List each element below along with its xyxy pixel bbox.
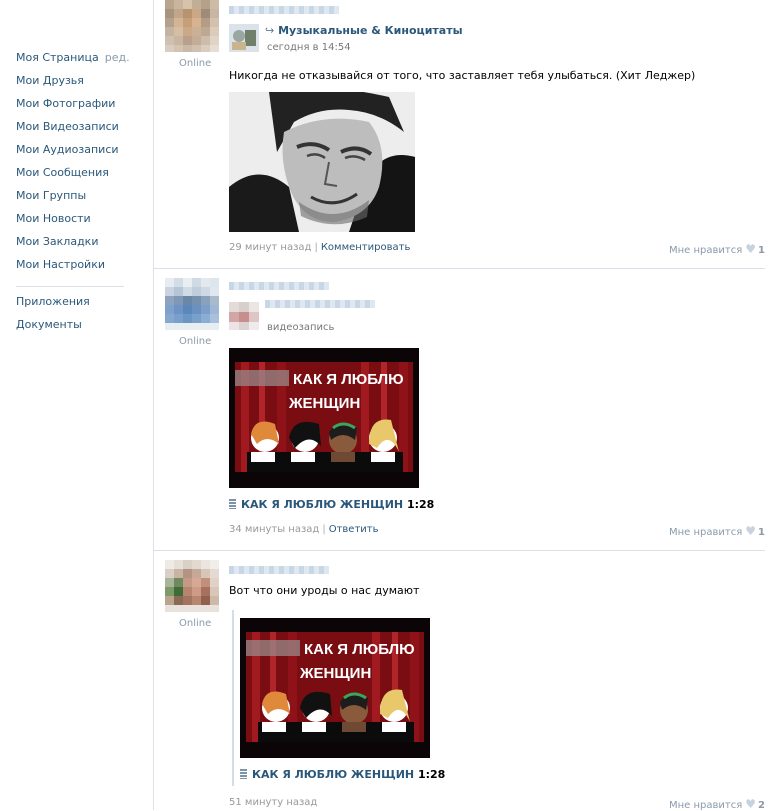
wall-post: Online Вот что они уроды о нас думают КА… <box>165 560 765 811</box>
video-icon <box>240 769 247 779</box>
avatar[interactable] <box>165 0 219 52</box>
wall-post: Online видеозапись КАК Я ЛЮБЛЮ ЖЕНЩИН КА… <box>165 278 765 540</box>
video-overlay-line-2: ЖЕНЩИН <box>288 395 360 412</box>
like-button[interactable]: Мне нравится ♥ 2 <box>669 797 765 811</box>
repost-arrow-icon: ↪ <box>265 24 275 37</box>
menu-item-videos[interactable]: Мои Видеозаписи <box>16 119 126 142</box>
video-poster-image: КАК Я ЛЮБЛЮ ЖЕНЩИН <box>229 348 419 488</box>
wall-post: Online ↪ Музыкальные & Киноцитаты сегодн… <box>165 0 765 262</box>
post-footer: 29 минут назад | Комментировать Мне нравит… <box>229 242 765 256</box>
edit-page-link[interactable]: ред. <box>105 51 130 64</box>
footer-separator: | <box>322 524 326 535</box>
heart-icon: ♥ <box>745 242 757 256</box>
like-count: 2 <box>758 800 765 811</box>
like-count: 1 <box>758 527 765 538</box>
video-icon <box>229 499 236 509</box>
like-button[interactable]: Мне нравится ♥ 1 <box>669 242 765 256</box>
comment-link[interactable]: Комментировать <box>321 242 411 253</box>
post-content: ↪ Музыкальные & Киноцитаты сегодня в 14:… <box>229 20 765 82</box>
post-footer: 34 минуты назад | Ответить Мне нравится ♥ 1 <box>229 524 765 538</box>
group-avatar[interactable] <box>229 24 259 52</box>
menu-item-settings[interactable]: Мои Настройки <box>16 257 126 280</box>
left-column: Моя Страница ред. Мои Друзья Мои Фотограф… <box>0 0 154 810</box>
sharer-avatar-image <box>229 302 259 330</box>
menu-item-photos[interactable]: Мои Фотографии <box>16 96 126 119</box>
online-status: Online <box>179 58 212 69</box>
menu-item-apps[interactable]: Приложения <box>16 294 126 317</box>
shared-type: видеозапись <box>267 322 335 333</box>
author-name-blurred[interactable] <box>229 566 329 574</box>
post-text: Вот что они уроды о нас думают <box>229 584 420 597</box>
like-label: Мне нравится <box>669 800 743 811</box>
repost-header: ↪ Музыкальные & Киноцитаты сегодня в 14:… <box>229 20 765 54</box>
video-duration: 1:28 <box>417 768 446 781</box>
avatar[interactable] <box>165 278 219 330</box>
like-label: Мне нравится <box>669 527 743 538</box>
menu-item-my-page[interactable]: Моя Страница ред. <box>16 50 130 73</box>
portrait-photo <box>229 92 415 232</box>
online-status: Online <box>179 618 212 629</box>
avatar-pixelated-image <box>165 560 219 612</box>
menu-divider <box>16 286 124 287</box>
video-thumbnail[interactable]: КАК Я ЛЮБЛЮ ЖЕНЩИН <box>240 618 430 758</box>
reply-link[interactable]: Ответить <box>329 524 379 535</box>
menu-item-friends[interactable]: Мои Друзья <box>16 73 126 96</box>
heart-icon: ♥ <box>745 797 757 811</box>
author-name-blurred[interactable] <box>229 6 339 14</box>
online-status: Online <box>179 336 212 347</box>
post-footer: 51 минуту назад Мне нравится ♥ 2 <box>229 797 765 811</box>
avatar-pixelated-image <box>165 278 219 330</box>
repost-group-name[interactable]: Музыкальные & Киноцитаты <box>278 24 462 37</box>
post-divider <box>153 550 765 551</box>
menu-item-news[interactable]: Мои Новости <box>16 211 126 234</box>
post-text: Никогда не отказывайся от того, что заст… <box>229 69 696 82</box>
post-content: Вот что они уроды о нас думают <box>229 584 765 597</box>
footer-separator: | <box>314 242 318 253</box>
left-menu: Моя Страница ред. Мои Друзья Мои Фотограф… <box>16 50 130 340</box>
video-thumbnail[interactable]: КАК Я ЛЮБЛЮ ЖЕНЩИН <box>229 348 419 488</box>
avatar[interactable] <box>165 560 219 612</box>
video-overlay-line-1: КАК Я ЛЮБЛЮ <box>293 371 404 388</box>
post-content: видеозапись <box>229 298 765 333</box>
video-poster-image: КАК Я ЛЮБЛЮ ЖЕНЩИН <box>240 618 430 758</box>
video-title[interactable]: КАК Я ЛЮБЛЮ ЖЕНЩИН <box>241 498 403 511</box>
post-time[interactable]: 51 минуту назад <box>229 797 317 808</box>
menu-item-documents[interactable]: Документы <box>16 317 126 340</box>
menu-item-audios[interactable]: Мои Аудиозаписи <box>16 142 126 165</box>
quote-bar <box>232 610 234 786</box>
share-header: видеозапись <box>229 298 765 333</box>
post-time[interactable]: 34 минуты назад <box>229 524 319 535</box>
video-link[interactable]: КАК Я ЛЮБЛЮ ЖЕНЩИН 1:28 <box>240 768 445 781</box>
repost-group-link[interactable]: ↪ Музыкальные & Киноцитаты <box>265 24 463 37</box>
avatar-pixelated-image <box>165 0 219 52</box>
post-divider <box>153 268 765 269</box>
post-time[interactable]: 29 минут назад <box>229 242 311 253</box>
sharer-avatar[interactable] <box>229 302 259 330</box>
author-name-blurred[interactable] <box>229 282 329 290</box>
like-label: Мне нравится <box>669 245 743 256</box>
video-overlay-line-1: КАК Я ЛЮБЛЮ <box>304 641 415 658</box>
menu-item-groups[interactable]: Мои Группы <box>16 188 126 211</box>
sharer-name-blurred[interactable] <box>265 300 375 308</box>
video-link[interactable]: КАК Я ЛЮБЛЮ ЖЕНЩИН 1:28 <box>229 498 434 511</box>
menu-item-bookmarks[interactable]: Мои Закладки <box>16 234 126 257</box>
group-avatar-image <box>229 24 259 52</box>
heart-icon: ♥ <box>745 524 757 538</box>
repost-date[interactable]: сегодня в 14:54 <box>267 42 351 53</box>
post-photo[interactable] <box>229 92 415 232</box>
video-duration: 1:28 <box>406 498 435 511</box>
video-title[interactable]: КАК Я ЛЮБЛЮ ЖЕНЩИН <box>252 768 414 781</box>
menu-item-messages[interactable]: Мои Сообщения <box>16 165 126 188</box>
like-count: 1 <box>758 245 765 256</box>
menu-item-label[interactable]: Моя Страница <box>16 51 99 64</box>
like-button[interactable]: Мне нравится ♥ 1 <box>669 524 765 538</box>
video-overlay-line-2: ЖЕНЩИН <box>299 665 371 682</box>
